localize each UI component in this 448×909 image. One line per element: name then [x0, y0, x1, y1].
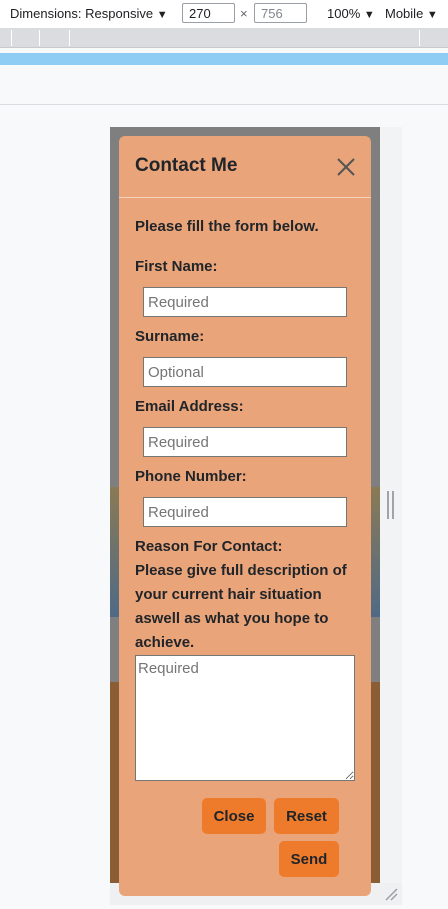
device-toolbar: Dimensions: Responsive ▼ 270 × 756 100% …: [0, 0, 448, 28]
width-input[interactable]: 270: [182, 3, 235, 23]
device-mode-dropdown-icon: ▼: [426, 9, 438, 21]
media-query-ruler[interactable]: [0, 28, 448, 48]
email-input[interactable]: [143, 427, 347, 457]
close-button[interactable]: Close: [202, 798, 266, 834]
corner-resize-icon[interactable]: [384, 887, 398, 901]
dimensions-label: Dimensions: Responsive: [10, 6, 154, 21]
ruler-divider: [69, 30, 70, 46]
height-input[interactable]: 756: [254, 3, 307, 23]
dimensions-dropdown-icon: ▼: [156, 9, 168, 21]
dimensions-select[interactable]: Dimensions: Responsive ▼: [10, 6, 168, 21]
phone-label: Phone Number:: [135, 468, 247, 485]
ruler-divider: [11, 30, 12, 46]
zoom-dropdown-icon: ▼: [363, 9, 375, 21]
first-name-label: First Name:: [135, 258, 218, 275]
surname-input[interactable]: [143, 357, 347, 387]
device-mode-select[interactable]: Mobile ▼: [385, 6, 438, 21]
zoom-label: 100%: [327, 6, 361, 21]
reason-description: Please give full description of your cur…: [135, 562, 347, 651]
first-name-input[interactable]: [143, 287, 347, 317]
phone-input[interactable]: [143, 497, 347, 527]
contact-modal: Contact Me Please fill the form below. F…: [119, 136, 371, 896]
email-label: Email Address:: [135, 398, 244, 415]
close-x-icon[interactable]: [335, 156, 357, 178]
reason-label: Reason For Contact:: [135, 538, 283, 555]
modal-title: Contact Me: [135, 155, 238, 176]
ruler-divider: [419, 30, 420, 46]
zoom-select[interactable]: 100% ▼: [327, 6, 375, 21]
modal-header: Contact Me: [119, 136, 371, 198]
times-sign: ×: [240, 6, 248, 21]
send-button[interactable]: Send: [279, 841, 339, 877]
form-intro: Please fill the form below.: [135, 218, 319, 235]
toolbar-separator: [0, 104, 448, 105]
reason-textarea[interactable]: [135, 655, 355, 781]
device-mode-label: Mobile: [385, 6, 424, 21]
surname-label: Surname:: [135, 328, 205, 345]
media-query-bar[interactable]: [0, 53, 448, 65]
ruler-divider: [39, 30, 40, 46]
resize-handle-icon[interactable]: [387, 491, 394, 519]
reset-button[interactable]: Reset: [274, 798, 339, 834]
